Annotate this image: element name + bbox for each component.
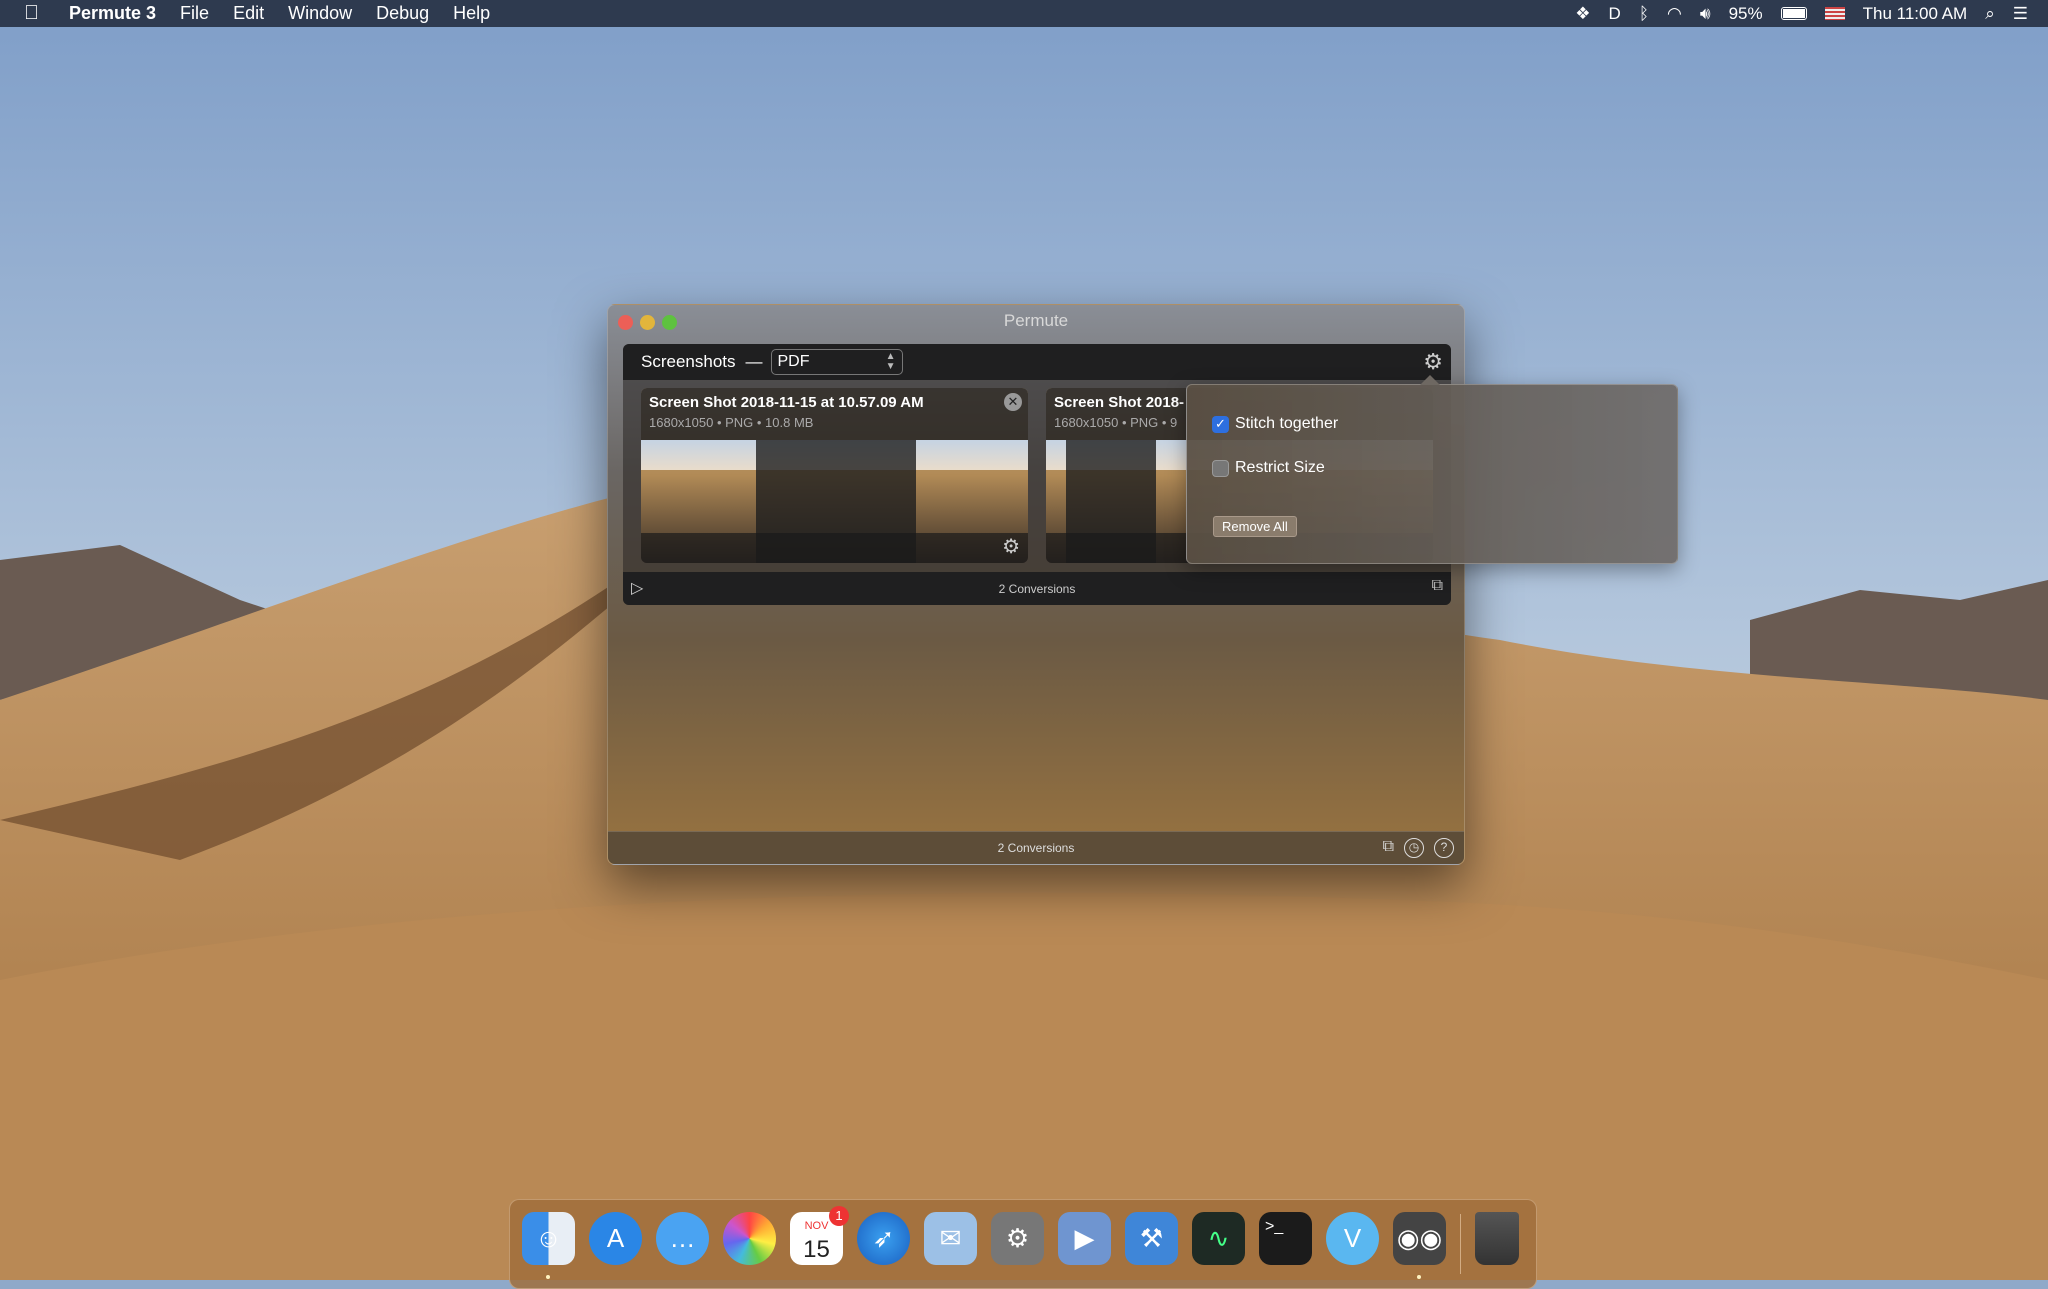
- group-conversion-count: 2 Conversions: [998, 581, 1076, 596]
- start-play-icon[interactable]: ▷: [631, 578, 643, 598]
- conversion-count: 2 Conversions: [997, 841, 1075, 855]
- restrict-label: Restrict Size: [1235, 459, 1325, 476]
- dock-terminal-icon[interactable]: >_: [1259, 1211, 1312, 1265]
- dock-permute-icon[interactable]: ◉◉: [1393, 1211, 1446, 1279]
- updown-chevron-icon: ▲ ▼: [885, 351, 896, 372]
- dock: ☺ A … NOV 15 1 ➶ ✉ ⚙ ▶ ⚒ ∿ >_ V ◉◉: [509, 1199, 1537, 1289]
- menu-help[interactable]: Help: [453, 3, 490, 24]
- stitch-label: Stitch together: [1235, 415, 1339, 432]
- wifi-icon[interactable]: ◠: [1667, 4, 1682, 24]
- checkmark-icon[interactable]: ✓: [1212, 415, 1229, 433]
- help-icon[interactable]: ?: [1434, 838, 1454, 858]
- convert-images-icon[interactable]: ⧉: [1432, 577, 1443, 595]
- menu-debug[interactable]: Debug: [376, 3, 429, 24]
- dock-separator: [1460, 1214, 1461, 1274]
- unchecked-box-icon[interactable]: [1212, 459, 1229, 477]
- d-app-icon[interactable]: D: [1609, 4, 1621, 24]
- file-meta: 1680x1050 • PNG • 10.8 MB: [649, 415, 814, 430]
- notification-center-icon[interactable]: ☰: [2013, 4, 2028, 24]
- menu-edit[interactable]: Edit: [233, 3, 264, 24]
- battery-percent[interactable]: 95%: [1729, 4, 1763, 24]
- apple-menu-icon[interactable]: : [24, 2, 39, 25]
- dock-xcode-icon[interactable]: ⚒: [1125, 1211, 1178, 1265]
- dock-messages-icon[interactable]: …: [656, 1211, 709, 1265]
- menu-window[interactable]: Window: [288, 3, 352, 24]
- format-select[interactable]: PDF ▲ ▼: [770, 349, 903, 375]
- format-value: PDF: [777, 353, 810, 370]
- spotlight-search-icon[interactable]: ⌕: [1985, 4, 1995, 24]
- battery-icon[interactable]: [1780, 7, 1807, 20]
- dock-safari-icon[interactable]: ➶: [857, 1211, 910, 1265]
- image-convert-icon[interactable]: ⧉: [1383, 838, 1394, 858]
- dock-vectornator-icon[interactable]: V: [1326, 1211, 1379, 1265]
- stitch-together-checkbox[interactable]: ✓ Stitch together: [1212, 415, 1338, 433]
- dock-activity-monitor-icon[interactable]: ∿: [1192, 1211, 1245, 1265]
- restrict-size-checkbox[interactable]: Restrict Size: [1212, 459, 1325, 477]
- remove-file-icon[interactable]: ✕: [1004, 393, 1022, 411]
- file-name: Screen Shot 2018-11-15 at 10.57.09 AM: [649, 394, 924, 411]
- dock-photos-icon[interactable]: [723, 1211, 776, 1265]
- dock-calendar-icon[interactable]: NOV 15 1: [790, 1205, 849, 1265]
- dropbox-icon[interactable]: ❖: [1575, 4, 1590, 24]
- dock-system-preferences-icon[interactable]: ⚙: [991, 1211, 1044, 1265]
- group-toolbar: Screenshots — PDF ▲ ▼ ⚙: [623, 344, 1451, 380]
- title-bar[interactable]: Permute: [608, 305, 1464, 343]
- dock-script-editor-icon[interactable]: ▶: [1058, 1211, 1111, 1265]
- group-settings-gear-icon[interactable]: ⚙: [1423, 349, 1443, 375]
- us-flag-input-icon[interactable]: [1824, 7, 1845, 20]
- menu-file[interactable]: File: [180, 3, 209, 24]
- dash-separator: —: [745, 352, 763, 371]
- bluetooth-icon[interactable]: ᛒ: [1639, 4, 1649, 24]
- preset-name: Screenshots: [641, 352, 736, 371]
- calendar-day: 15: [803, 1236, 830, 1263]
- menu-bar:  Permute 3 File Edit Window Debug Help …: [0, 0, 2048, 27]
- dock-finder-icon[interactable]: ☺: [522, 1211, 575, 1279]
- group-footer: ▷ 2 Conversions ⧉: [623, 572, 1451, 605]
- file-card[interactable]: Screen Shot 2018-11-15 at 10.57.09 AM 16…: [641, 388, 1028, 563]
- volume-icon[interactable]: 🔊︎: [1700, 4, 1711, 24]
- calendar-month: NOV: [804, 1220, 829, 1232]
- clock[interactable]: Thu 11:00 AM: [1863, 4, 1968, 24]
- dock-trash-icon[interactable]: [1475, 1211, 1519, 1265]
- file-settings-gear-icon[interactable]: ⚙: [1002, 534, 1020, 559]
- remove-all-button[interactable]: Remove All: [1213, 516, 1297, 537]
- calendar-badge: 1: [829, 1205, 849, 1226]
- dock-app-store-icon[interactable]: A: [589, 1211, 642, 1265]
- menu-app[interactable]: Permute 3: [69, 3, 156, 24]
- status-bar: 2 Conversions ⧉ ◷ ?: [608, 831, 1464, 864]
- dock-mail-icon[interactable]: ✉: [924, 1211, 977, 1265]
- group-settings-popover: ✓ Stitch together Restrict Size Remove A…: [1186, 375, 1678, 564]
- history-clock-icon[interactable]: ◷: [1404, 838, 1424, 858]
- window-title: Permute: [1003, 311, 1069, 330]
